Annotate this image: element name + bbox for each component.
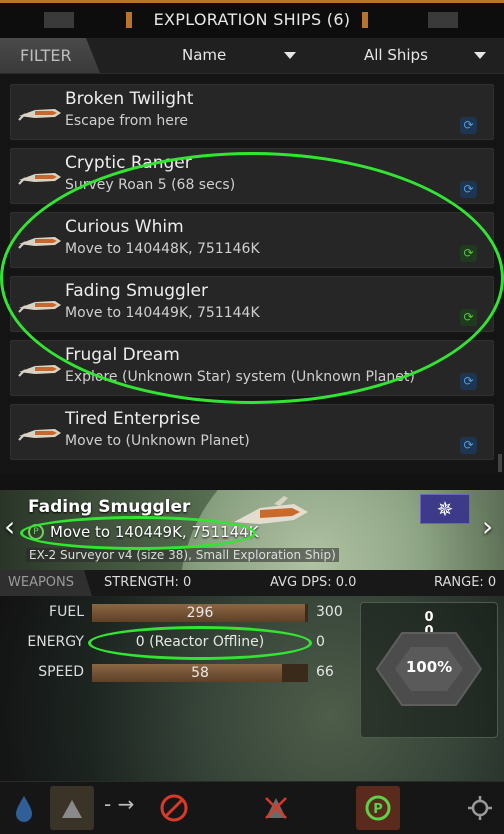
ship-list-item[interactable]: Fading Smuggler Move to 140449K, 751144K… (10, 276, 494, 332)
energy-max: 0 (316, 634, 325, 650)
fuel-drop-button[interactable] (2, 786, 46, 830)
refresh-icon: P (28, 524, 44, 540)
ship-list-item[interactable]: Curious Whim Move to 140448K, 751146K ⟳ (10, 212, 494, 268)
attack-disabled-button[interactable] (254, 786, 298, 830)
fuel-drop-icon (16, 796, 32, 822)
filter-tab[interactable]: FILTER (0, 38, 100, 73)
ship-icon (18, 365, 61, 377)
refresh-icon: ⟳ (460, 373, 477, 390)
ship-list-item[interactable]: Frugal Dream Explore (Unknown Star) syst… (10, 340, 494, 396)
weapon-avg-dps: AVG DPS: 0.0 (270, 575, 357, 590)
weapons-tab[interactable]: WEAPONS (0, 570, 92, 596)
ship-status: Escape from here (65, 113, 188, 129)
ship-type-dropdown-value: All Ships (364, 46, 428, 64)
weapons-bar: WEAPONS STRENGTH: 0 AVG DPS: 0.0 RANGE: … (0, 570, 504, 596)
ship-list-item[interactable]: Tired Enterprise Move to (Unknown Planet… (10, 404, 494, 460)
ship-status: Move to 140449K, 751144K (65, 305, 260, 321)
sort-dropdown-value: Name (182, 46, 227, 64)
ship-icon (18, 429, 61, 441)
fuel-value: 296 (186, 605, 214, 621)
sort-dropdown[interactable]: Name (118, 38, 304, 73)
ship-status: Move to (Unknown Planet) (65, 433, 250, 449)
chevron-down-icon (474, 52, 486, 59)
patrol-icon: P (365, 795, 391, 821)
selected-ship-name: Fading Smuggler (28, 497, 191, 517)
energy-value: 0 (Reactor Offline) (135, 634, 265, 650)
svg-text:P: P (373, 802, 383, 817)
refresh-icon: ⟳ (460, 309, 477, 326)
header-accent-right (362, 12, 368, 28)
shield-box: 0 0 100% (360, 602, 498, 738)
ship-name: Broken Twilight (65, 89, 194, 109)
chevron-down-icon (284, 52, 296, 59)
refresh-icon: ⟳ (460, 437, 477, 454)
ship-name: Cryptic Ranger (65, 153, 192, 173)
selected-ship-status: Move to 140449K, 751144K (50, 523, 259, 541)
fuel-bar: 296 (92, 604, 308, 622)
weapon-strength: STRENGTH: 0 (104, 575, 192, 590)
filter-bar: FILTER Name All Ships (0, 38, 504, 74)
energy-label: ENERGY (27, 634, 84, 650)
faction-emblem-icon: ✵ (420, 494, 470, 524)
header-bar: EXPLORATION SHIPS (6) (0, 0, 504, 38)
patrol-button[interactable]: P (356, 786, 400, 830)
ship-status: Explore (Unknown Star) system (Unknown P… (65, 369, 415, 385)
select-move-button[interactable] (50, 786, 94, 830)
selected-ship-panel: ‹ › Fading Smuggler P Move to 140449K, 7… (0, 490, 504, 570)
selected-ship-class: EX-2 Surveyor v4 (size 38), Small Explor… (26, 548, 339, 562)
ship-icon (18, 237, 61, 249)
shield-top-value: 0 (424, 610, 434, 625)
refresh-icon: ⟳ (460, 117, 477, 134)
cancel-order-button[interactable] (152, 786, 196, 830)
speed-max: 66 (316, 664, 334, 680)
ship-icon (18, 109, 61, 121)
fuel-max: 300 (316, 604, 343, 620)
ship-status: Move to 140448K, 751146K (65, 241, 260, 257)
bottom-toolbar: - → P (0, 781, 504, 834)
next-ship-arrow[interactable]: › (482, 510, 493, 543)
gear-icon (468, 796, 492, 820)
cancel-icon (160, 794, 188, 822)
speed-label: SPEED (38, 664, 84, 680)
ship-list-item[interactable]: Cryptic Ranger Survey Roan 5 (68 secs) ⟳ (10, 148, 494, 204)
ship-icon (18, 301, 61, 313)
ship-status: Survey Roan 5 (68 secs) (65, 177, 236, 193)
ship-name: Fading Smuggler (65, 281, 208, 301)
refresh-icon: ⟳ (460, 181, 477, 198)
triangle-icon (62, 800, 82, 818)
ship-name: Frugal Dream (65, 345, 180, 365)
refresh-icon: ⟳ (460, 245, 477, 262)
weapon-range: RANGE: 0 (434, 575, 497, 590)
settings-button[interactable] (458, 786, 502, 830)
list-scrollbar[interactable] (498, 454, 502, 472)
ship-list[interactable]: Broken Twilight Escape from here ⟳ Crypt… (0, 74, 504, 474)
ship-name: Curious Whim (65, 217, 184, 237)
previous-ship-arrow[interactable]: ‹ (4, 510, 15, 543)
ship-icon (18, 173, 61, 185)
move-arrow-icon: - → (104, 792, 135, 816)
speed-value: 58 (191, 665, 209, 681)
header-decor-right (428, 12, 458, 28)
speed-bar: 58 (92, 664, 308, 682)
ship-name: Tired Enterprise (65, 409, 201, 429)
header-accent-strip (0, 0, 504, 3)
ship-type-dropdown[interactable]: All Ships (330, 38, 500, 73)
shield-percent: 100% (405, 658, 453, 676)
attack-disabled-icon (265, 797, 287, 819)
ship-list-item[interactable]: Broken Twilight Escape from here ⟳ (10, 84, 494, 140)
stats-panel: FUEL 296 300 ENERGY 0 (Reactor Offline) … (0, 596, 504, 781)
fuel-label: FUEL (49, 604, 84, 620)
